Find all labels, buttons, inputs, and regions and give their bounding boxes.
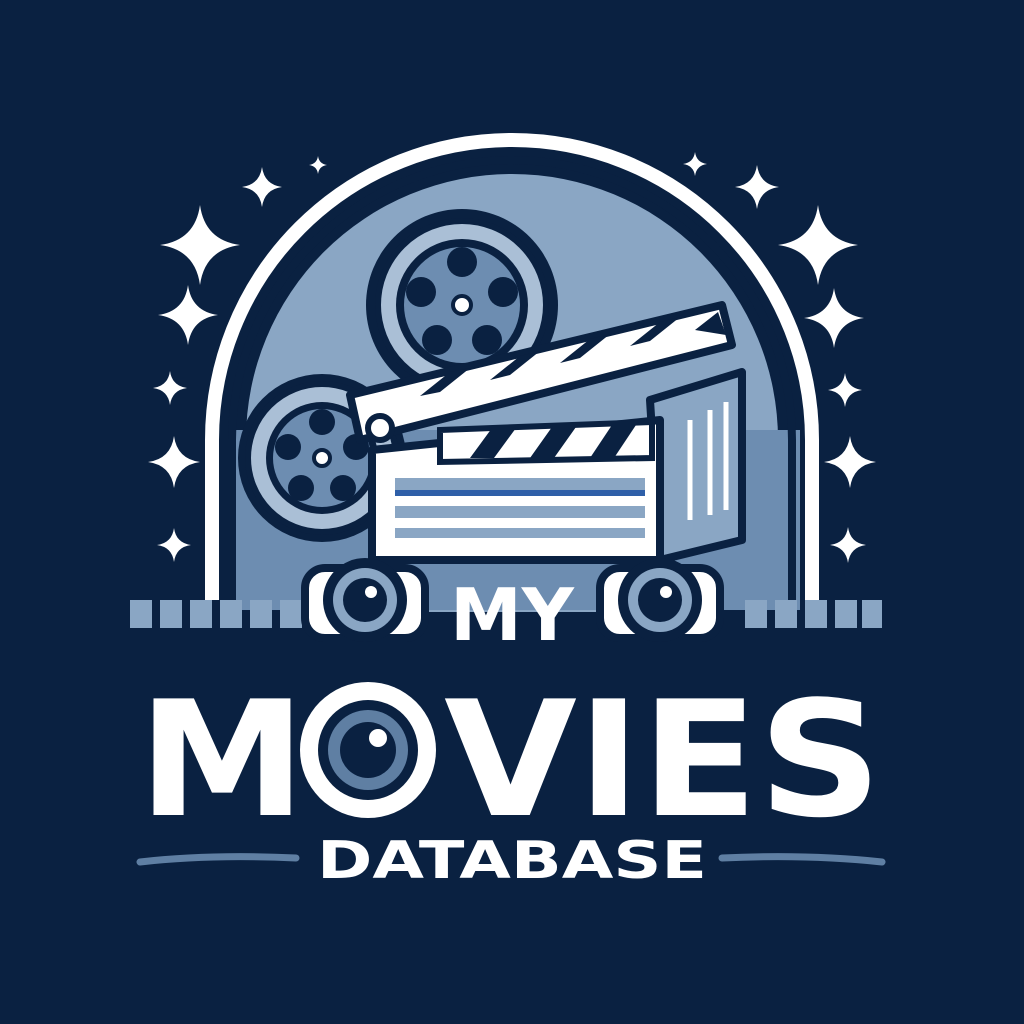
logo-word-movies-rest: VIES xyxy=(444,666,882,853)
logo-word-database: DATABASE xyxy=(317,831,707,891)
logo-word-movies-m: M xyxy=(138,666,306,853)
camera-lens-icon xyxy=(596,558,724,642)
camera-lens-icon xyxy=(301,558,429,642)
camera-lens-icon xyxy=(300,682,436,818)
movies-database-logo: MY M VIES DATABASE xyxy=(0,0,1024,1024)
logo-word-movies: M VIES xyxy=(138,666,882,853)
logo-word-my: MY xyxy=(450,573,575,657)
logo-artwork: MY M VIES DATABASE xyxy=(0,0,1024,1024)
